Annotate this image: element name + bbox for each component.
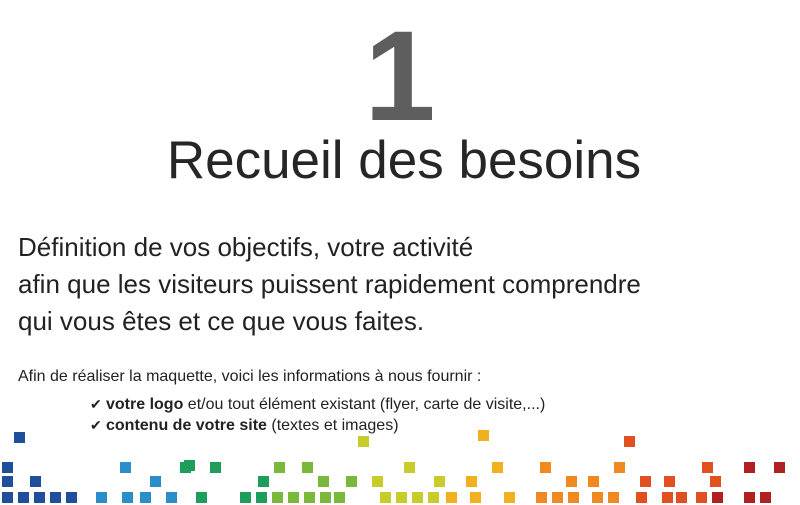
mosaic-square (774, 462, 785, 473)
mosaic-square (258, 476, 269, 487)
mosaic-square (50, 492, 61, 503)
mosaic-square (120, 462, 131, 473)
mosaic-square (318, 476, 329, 487)
mosaic-square (272, 492, 283, 503)
mosaic-square (380, 492, 391, 503)
mosaic-square (504, 492, 515, 503)
mosaic-square (34, 492, 45, 503)
mosaic-square (396, 492, 407, 503)
mosaic-square (710, 476, 721, 487)
mosaic-square (346, 476, 357, 487)
mosaic-square (196, 492, 207, 503)
mosaic-square (636, 492, 647, 503)
mosaic-square (274, 462, 285, 473)
mosaic-square (302, 462, 313, 473)
mosaic-square (14, 432, 25, 443)
mosaic-square (320, 492, 331, 503)
mosaic-square (614, 462, 625, 473)
mosaic-square (96, 492, 107, 503)
mosaic-square (358, 436, 369, 447)
mosaic-square (210, 462, 221, 473)
mosaic-square (372, 476, 383, 487)
mosaic-square (140, 492, 151, 503)
mosaic-square (2, 462, 13, 473)
mosaic-square (760, 492, 771, 503)
mosaic-square (66, 492, 77, 503)
mosaic-square (30, 476, 41, 487)
mosaic-square (624, 436, 635, 447)
mosaic-square (334, 492, 345, 503)
pixel-mosaic-decoration (0, 0, 800, 505)
mosaic-square (744, 492, 755, 503)
mosaic-square (664, 476, 675, 487)
mosaic-square (676, 492, 687, 503)
mosaic-square (180, 462, 191, 473)
mosaic-square (588, 476, 599, 487)
mosaic-square (412, 492, 423, 503)
mosaic-square (2, 492, 13, 503)
mosaic-square (2, 476, 13, 487)
mosaic-square (404, 462, 415, 473)
mosaic-square (256, 492, 267, 503)
mosaic-square (552, 492, 563, 503)
mosaic-square (702, 462, 713, 473)
mosaic-square (428, 492, 439, 503)
mosaic-square (536, 492, 547, 503)
mosaic-square (568, 492, 579, 503)
mosaic-square (608, 492, 619, 503)
mosaic-square (304, 492, 315, 503)
mosaic-square (466, 476, 477, 487)
mosaic-square (744, 462, 755, 473)
mosaic-square (662, 492, 673, 503)
mosaic-square (446, 492, 457, 503)
mosaic-square (592, 492, 603, 503)
mosaic-square (696, 492, 707, 503)
mosaic-square (240, 492, 251, 503)
mosaic-square (566, 476, 577, 487)
mosaic-square (122, 492, 133, 503)
mosaic-square (540, 462, 551, 473)
mosaic-square (18, 492, 29, 503)
mosaic-square (478, 430, 489, 441)
mosaic-square (166, 492, 177, 503)
mosaic-square (434, 476, 445, 487)
mosaic-square (640, 476, 651, 487)
mosaic-square (712, 492, 723, 503)
mosaic-square (470, 492, 481, 503)
mosaic-square (492, 462, 503, 473)
mosaic-square (288, 492, 299, 503)
mosaic-square (150, 476, 161, 487)
